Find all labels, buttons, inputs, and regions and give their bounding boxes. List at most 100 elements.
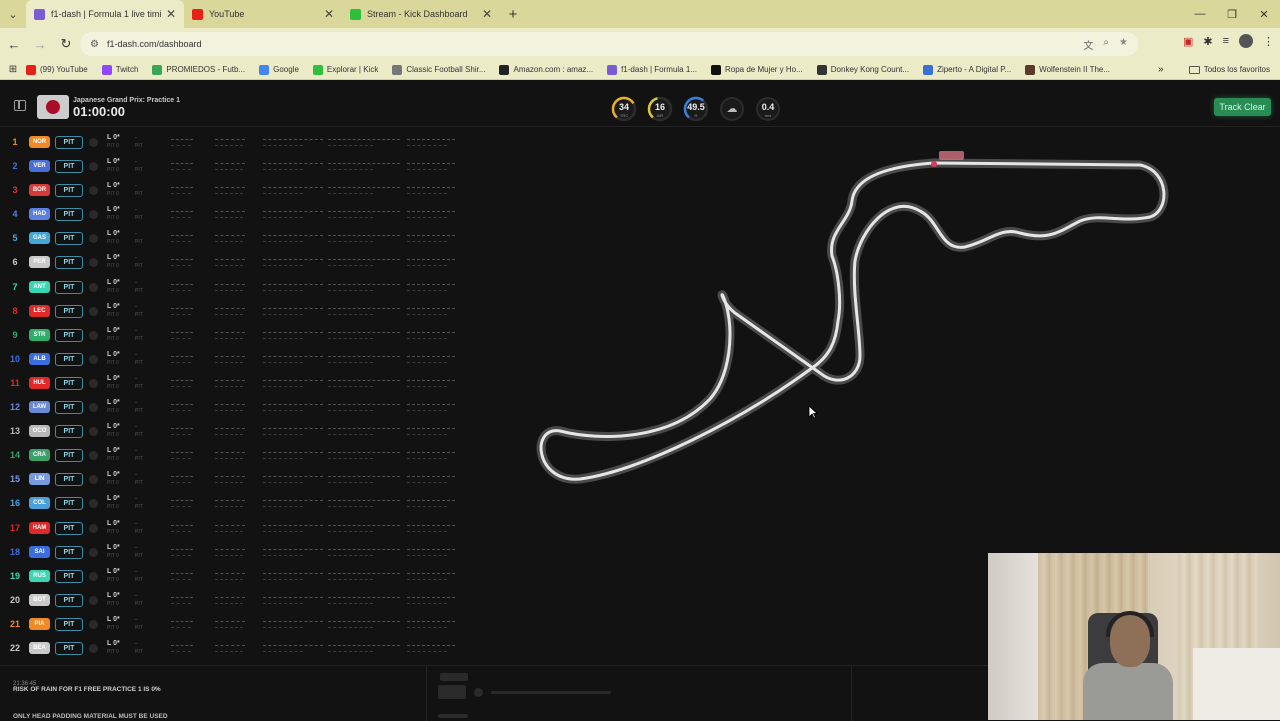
driver-row[interactable]: 2 VER PIT L 0* PIT 0- PIT xyxy=(0,155,470,179)
best-lap-placeholder xyxy=(215,524,245,526)
driver-row[interactable]: 17 HAM PIT L 0* PIT 0- PIT xyxy=(0,517,470,541)
kick-favicon-icon xyxy=(350,8,361,20)
driver-row[interactable]: 22 BEA PIT L 0* PIT 0- PIT xyxy=(0,637,470,661)
close-icon[interactable]: ✕ xyxy=(482,7,492,21)
tab-f1-dash[interactable]: f1-dash | Formula 1 live timing ✕ xyxy=(26,0,184,28)
driver-row[interactable]: 3 BOR PIT L 0* PIT 0- PIT xyxy=(0,179,470,203)
close-window-icon[interactable]: ✕ xyxy=(1248,0,1280,28)
chevron-right-icon[interactable]: » xyxy=(1158,64,1164,75)
pit-badge: PIT xyxy=(55,617,83,631)
tab-youtube[interactable]: YouTube ✕ xyxy=(184,0,342,28)
lap-time-placeholder xyxy=(171,452,193,454)
driver-row[interactable]: 13 OCO PIT L 0* PIT 0- PIT xyxy=(0,420,470,444)
back-icon[interactable]: ← xyxy=(2,32,26,56)
driver-row[interactable]: 15 LIN PIT L 0* PIT 0- PIT xyxy=(0,468,470,492)
restore-icon[interactable]: ❐ xyxy=(1216,0,1248,28)
football-shirt-icon xyxy=(392,64,403,75)
sector-2-placeholder xyxy=(328,163,400,165)
driver-row[interactable]: 8 LEC PIT L 0* PIT 0- PIT xyxy=(0,300,470,324)
gap-sub: PIT xyxy=(135,624,143,631)
driver-tag: LEC xyxy=(29,304,50,317)
tab-title: YouTube xyxy=(209,9,245,19)
pit-count: PIT 0 xyxy=(107,215,119,222)
pdf-extension-icon[interactable]: ▣ xyxy=(1183,35,1193,48)
driver-row[interactable]: 6 PER PIT L 0* PIT 0- PIT xyxy=(0,251,470,275)
audio-progress-bar xyxy=(491,691,611,694)
lap-time-placeholder xyxy=(171,235,193,237)
bookmark-item[interactable]: Ziperto - A Digital P... xyxy=(923,64,1011,75)
lap-info: L 0* xyxy=(107,543,120,551)
sector-2-placeholder xyxy=(328,500,400,502)
bookmark-item[interactable]: (99) YouTube xyxy=(26,64,88,75)
driver-row[interactable]: 20 BOT PIT L 0* PIT 0- PIT xyxy=(0,589,470,613)
bookmark-item[interactable]: f1-dash | Formula 1... xyxy=(607,64,697,75)
menu-icon[interactable]: ⋮ xyxy=(1263,35,1274,48)
gap-sub: PIT xyxy=(135,456,143,463)
lap-time-placeholder xyxy=(171,404,193,406)
gap-value: - xyxy=(135,496,137,503)
lap-info: L 0* xyxy=(107,158,120,166)
driver-row[interactable]: 7 ANT PIT L 0* PIT 0- PIT xyxy=(0,276,470,300)
site-info-icon[interactable]: ⚙ xyxy=(90,39,99,50)
driver-row[interactable]: 12 LAW PIT L 0* PIT 0- PIT xyxy=(0,396,470,420)
driver-row[interactable]: 14 CRA PIT L 0* PIT 0- PIT xyxy=(0,444,470,468)
bookmark-item[interactable]: Classic Football Shir... xyxy=(392,64,485,75)
bookmark-item[interactable]: Explorar | Kick xyxy=(312,64,378,75)
bookmark-item[interactable]: PROMIEDOS - Futb... xyxy=(152,64,245,75)
new-tab-button[interactable]: + xyxy=(500,0,526,28)
close-icon[interactable]: ✕ xyxy=(166,7,176,21)
bookmark-item[interactable]: Ropa de Mujer y Ho... xyxy=(710,64,803,75)
sector-2-placeholder xyxy=(328,620,400,622)
driver-row[interactable]: 11 HUL PIT L 0* PIT 0- PIT xyxy=(0,372,470,396)
bookmark-item[interactable]: Wolfenstein II The... xyxy=(1025,64,1110,75)
bookmark-item[interactable]: Donkey Kong Count... xyxy=(816,64,909,75)
bookmark-item[interactable]: Google xyxy=(259,64,299,75)
driver-row[interactable]: 16 COL PIT L 0* PIT 0- PIT xyxy=(0,492,470,516)
address-bar[interactable]: ⚙ f1-dash.com/dashboard 文 ⌕ ★ xyxy=(80,32,1138,56)
sector-1-placeholder xyxy=(263,187,323,189)
forward-icon[interactable]: → xyxy=(28,32,52,56)
bookmark-star-icon[interactable]: ★ xyxy=(1119,37,1128,52)
driver-row[interactable]: 21 PIA PIT L 0* PIT 0- PIT xyxy=(0,613,470,637)
tyre-icon xyxy=(89,427,98,437)
tab-search-icon[interactable]: ⌄ xyxy=(0,0,26,28)
minimize-icon[interactable]: — xyxy=(1184,0,1216,28)
driver-row[interactable]: 4 HAD PIT L 0* PIT 0- PIT xyxy=(0,203,470,227)
gap-value: - xyxy=(135,424,137,431)
driver-row[interactable]: 9 STR PIT L 0* PIT 0- PIT xyxy=(0,324,470,348)
lap-time-placeholder xyxy=(171,139,193,140)
gap-value: - xyxy=(135,255,137,262)
driver-tag: HUL xyxy=(29,376,50,389)
gap-value: - xyxy=(135,231,137,238)
gap-sub: PIT xyxy=(135,191,143,198)
pit-count: PIT 0 xyxy=(107,239,119,246)
lap-time-placeholder xyxy=(171,524,193,526)
position-number: 10 xyxy=(9,353,20,364)
tab-kick[interactable]: Stream - Kick Dashboard ✕ xyxy=(342,0,500,28)
profile-avatar[interactable] xyxy=(1239,34,1253,48)
driver-row[interactable]: 10 ALB PIT L 0* PIT 0- PIT xyxy=(0,348,470,372)
apps-grid-icon[interactable]: ⊞ xyxy=(0,64,26,75)
extensions-icon[interactable]: ✱ xyxy=(1203,35,1212,48)
reload-icon[interactable]: ↻ xyxy=(54,32,78,56)
sector-2-placeholder xyxy=(328,644,400,646)
translate-icon[interactable]: 文 xyxy=(1083,37,1093,52)
close-icon[interactable]: ✕ xyxy=(324,7,334,21)
race-control-message: ONLY HEAD PADDING MATERIAL MUST BE USED xyxy=(13,713,168,720)
driver-row[interactable]: 19 RUS PIT L 0* PIT 0- PIT xyxy=(0,565,470,589)
bookmark-item[interactable]: Amazon.com : amaz... xyxy=(499,64,593,75)
driver-row[interactable]: 18 SAI PIT L 0* PIT 0- PIT xyxy=(0,541,470,565)
driver-row[interactable]: 1 NOR PIT L 0* PIT 0 - PIT xyxy=(0,131,470,155)
sector-2-placeholder xyxy=(328,428,400,430)
bookmark-item[interactable]: Twitch xyxy=(101,64,138,75)
driver-row[interactable]: 5 GAS PIT L 0* PIT 0- PIT xyxy=(0,227,470,251)
lap-info: L 0* xyxy=(107,374,120,382)
media-icon[interactable]: ≡ xyxy=(1223,35,1229,47)
all-bookmarks[interactable]: Todos los favoritos xyxy=(1188,65,1270,74)
url-text: f1-dash.com/dashboard xyxy=(106,39,202,49)
zoom-icon[interactable]: ⌕ xyxy=(1103,37,1109,52)
sidebar-toggle-icon[interactable] xyxy=(14,100,26,111)
pit-badge: PIT xyxy=(55,593,83,607)
position-number: 12 xyxy=(9,402,20,413)
best-lap-placeholder xyxy=(215,620,245,622)
